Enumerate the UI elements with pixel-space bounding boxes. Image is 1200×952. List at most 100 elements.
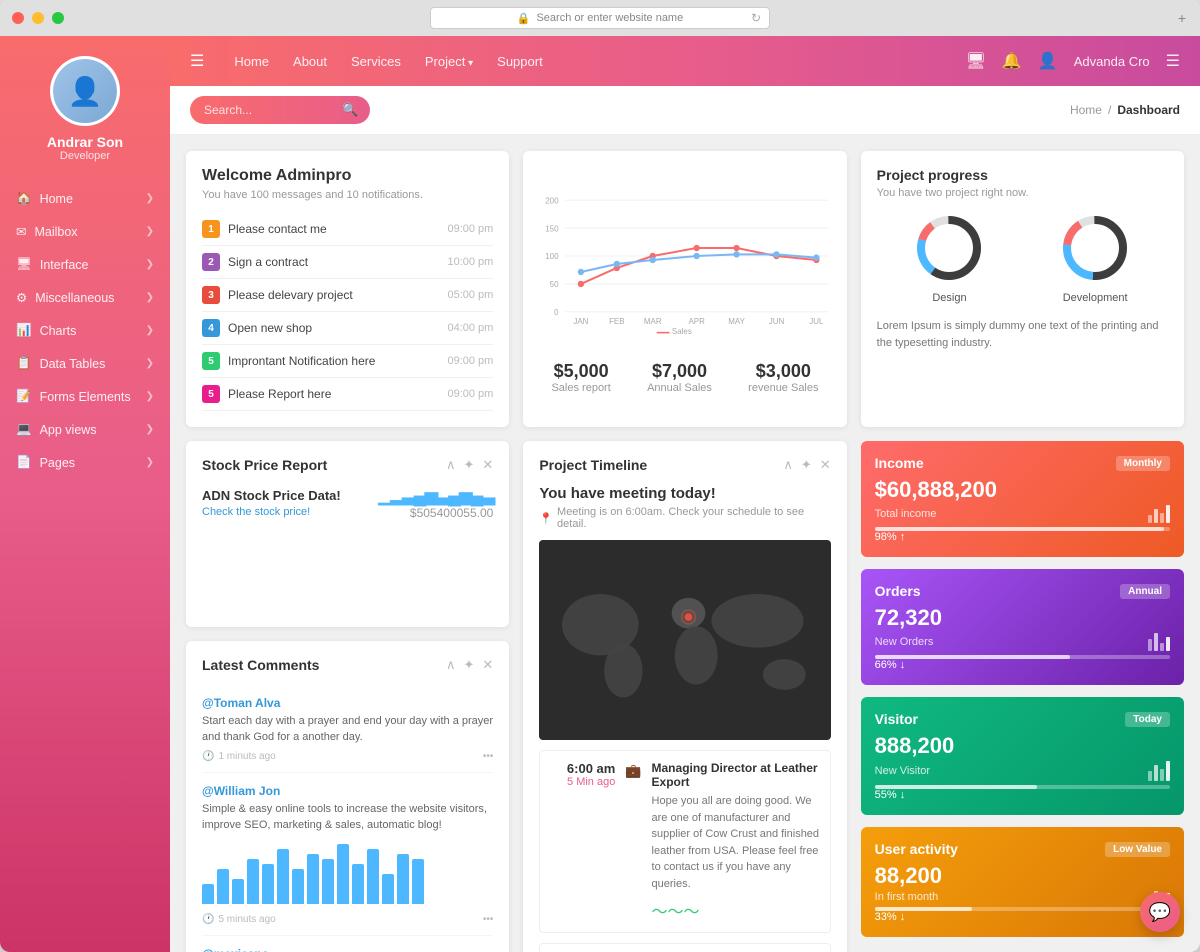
donut-row: Design Development <box>877 213 1168 304</box>
new-tab-icon[interactable]: + <box>1178 10 1186 26</box>
sidebar-item-misc[interactable]: ⚙ Miscellaneous ❯ <box>0 281 170 314</box>
stock-name: ADN Stock Price Data! <box>202 488 341 503</box>
topnav-services[interactable]: Services <box>351 54 401 69</box>
sidebar-label-forms: Forms Elements <box>40 390 131 404</box>
maximize-button[interactable] <box>52 12 64 24</box>
chevron-up-icon[interactable]: ∧ <box>446 657 456 673</box>
sidebar-label-home: Home <box>40 192 73 206</box>
topnav-home[interactable]: Home <box>234 54 269 69</box>
sidebar-user-name: Andrar Son <box>47 134 123 150</box>
avatar-image: 👤 <box>53 59 117 124</box>
wave-icon-1: 〜〜〜 <box>652 898 820 922</box>
chat-fab[interactable]: 💬 <box>1140 892 1180 932</box>
topnav-support[interactable]: Support <box>497 54 543 69</box>
sidebar-item-datatables[interactable]: 📋 Data Tables ❯ <box>0 347 170 380</box>
close-icon[interactable]: ✕ <box>820 457 831 473</box>
comment-author-1[interactable]: @Toman Alva <box>202 696 280 710</box>
svg-text:JUL: JUL <box>810 317 825 326</box>
welcome-subtitle: You have 100 messages and 10 notificatio… <box>202 189 493 201</box>
search-input[interactable] <box>204 103 334 117</box>
visitor-bars <box>1148 761 1170 781</box>
comments-actions: ∧ ✦ ✕ <box>446 657 493 673</box>
sales-label-2: Annual Sales <box>647 382 712 394</box>
comment-author-2[interactable]: @William Jon <box>202 784 280 798</box>
notif-badge: 3 <box>202 286 220 304</box>
income-badge: Monthly <box>1116 456 1170 471</box>
sidebar-item-appviews[interactable]: 💻 App views ❯ <box>0 413 170 446</box>
chevron-icon: ❯ <box>146 325 154 336</box>
menu-icon[interactable]: ☰ <box>1166 51 1180 71</box>
comment-author-3[interactable]: @mexicano <box>202 947 269 952</box>
notification-item: 5 Please Report here 09:00 pm <box>202 378 493 411</box>
wrench-icon[interactable]: ✦ <box>464 657 475 673</box>
chevron-up-icon[interactable]: ∧ <box>446 457 456 473</box>
event-desc-1: Hope you all are doing good. We are one … <box>652 793 820 892</box>
wrench-icon[interactable]: ✦ <box>464 457 475 473</box>
close-icon[interactable]: ✕ <box>482 457 493 473</box>
orders-title: Orders <box>875 583 921 599</box>
stock-amount: $505400055.00 <box>378 506 493 520</box>
chevron-up-icon[interactable]: ∧ <box>783 457 793 473</box>
chevron-icon: ❯ <box>146 391 154 402</box>
sidebar-item-home[interactable]: 🏠 Home ❯ <box>0 182 170 215</box>
sidebar-label-pages: Pages <box>40 456 75 470</box>
comment-dots-1[interactable]: ••• <box>483 751 494 762</box>
notif-time: 04:00 pm <box>447 322 493 334</box>
visitor-badge: Today <box>1125 712 1170 727</box>
bar-mini <box>307 854 319 904</box>
topnav-project[interactable]: Project <box>425 54 473 69</box>
minimize-button[interactable] <box>32 12 44 24</box>
location-icon: 📍 <box>539 512 553 525</box>
timeline-card: Project Timeline ∧ ✦ ✕ You have meeting … <box>523 441 846 952</box>
timeline-title: Project Timeline <box>539 457 647 473</box>
bell-icon[interactable]: 🔔 <box>1002 51 1022 71</box>
activity-badge: Low Value <box>1105 842 1170 857</box>
notif-badge: 1 <box>202 220 220 238</box>
breadcrumb-separator: / <box>1108 103 1111 117</box>
comment-time-2: 🕐 5 minuts ago ••• <box>202 914 493 925</box>
sidebar-item-mailbox[interactable]: ✉ Mailbox ❯ <box>0 215 170 248</box>
sidebar-item-interface[interactable]: 🖥 Interface ❯ <box>0 248 170 281</box>
sidebar-item-charts[interactable]: 📊 Charts ❯ <box>0 314 170 347</box>
activity-header: User activity Low Value <box>875 841 1170 857</box>
bar-mini <box>277 849 289 904</box>
orders-header: Orders Annual <box>875 583 1170 599</box>
notif-time: 05:00 pm <box>447 289 493 301</box>
stock-link[interactable]: Check the stock price! <box>202 506 310 518</box>
url-bar[interactable]: 🔒 Search or enter website name ↻ <box>430 7 770 29</box>
topnav-username: Advanda Cro <box>1074 54 1150 69</box>
comments-toolbar: Latest Comments ∧ ✦ ✕ <box>202 657 493 673</box>
notif-text: Please Report here <box>228 387 439 401</box>
svg-text:MAY: MAY <box>729 317 746 326</box>
sales-stat-2: $7,000 Annual Sales <box>647 361 712 394</box>
sidebar-user-role: Developer <box>60 150 110 162</box>
notif-badge: 4 <box>202 319 220 337</box>
refresh-icon[interactable]: ↻ <box>751 11 761 25</box>
svg-text:100: 100 <box>546 252 560 261</box>
notification-item: 5 Improntant Notification here 09:00 pm <box>202 345 493 378</box>
close-icon[interactable]: ✕ <box>482 657 493 673</box>
bar-mini <box>337 844 349 904</box>
comment-dots-2[interactable]: ••• <box>483 914 494 925</box>
topnav-about[interactable]: About <box>293 54 327 69</box>
visitor-card: Visitor Today 888,200 New Visitor <box>861 697 1184 815</box>
bar-mini <box>232 879 244 904</box>
event-time-1: 6:00 am <box>550 761 615 776</box>
sales-label-3: revenue Sales <box>748 382 818 394</box>
sidebar-item-pages[interactable]: 📄 Pages ❯ <box>0 446 170 479</box>
monitor-icon[interactable]: 🖥 <box>966 51 986 71</box>
development-label: Development <box>1060 292 1130 304</box>
notif-badge: 2 <box>202 253 220 271</box>
hamburger-icon[interactable]: ☰ <box>190 51 204 71</box>
search-icon: 🔍 <box>342 102 358 118</box>
comment-time-1: 🕐 1 minuts ago ••• <box>202 751 493 762</box>
wrench-icon[interactable]: ✦ <box>801 457 812 473</box>
bar-mini <box>247 859 259 904</box>
topnav-links: Home About Services Project Support <box>234 54 935 69</box>
sidebar-item-forms[interactable]: 📝 Forms Elements ❯ <box>0 380 170 413</box>
breadcrumb-home[interactable]: Home <box>1070 103 1102 117</box>
user-icon[interactable]: 👤 <box>1038 51 1058 71</box>
search-box[interactable]: 🔍 <box>190 96 370 124</box>
sales-stats: $5,000 Sales report $7,000 Annual Sales … <box>533 361 836 394</box>
close-button[interactable] <box>12 12 24 24</box>
